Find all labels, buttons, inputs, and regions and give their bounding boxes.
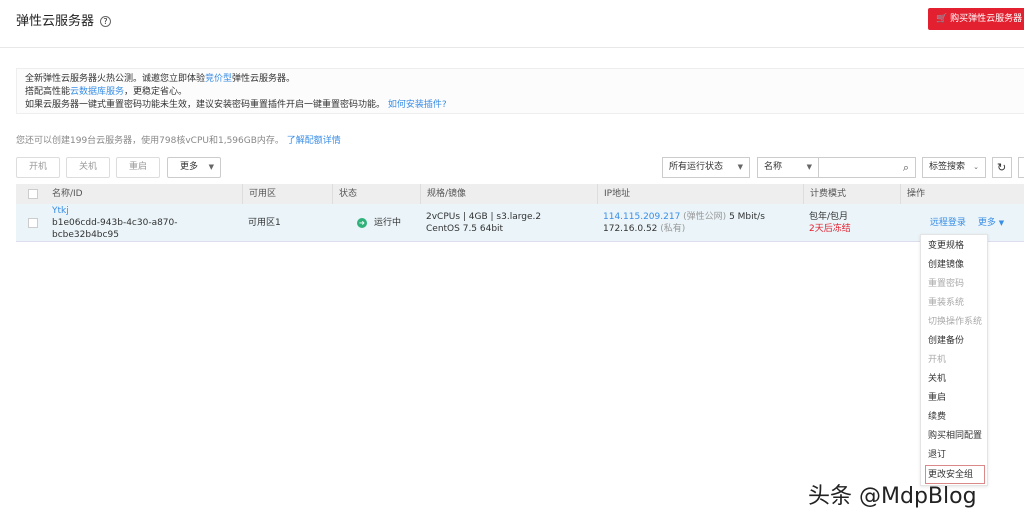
status-filter-select[interactable]: 所有运行状态 ▼ bbox=[662, 157, 750, 178]
search-icon[interactable]: ⌕ bbox=[903, 158, 909, 177]
page-title: 弹性云服务器? bbox=[16, 10, 112, 29]
running-status-icon: ➜ bbox=[356, 217, 367, 228]
table-row: Ytkj b1e06cdd-943b-4c30-a870-bcbe32b4bc95… bbox=[16, 204, 1024, 242]
install-plugin-link[interactable]: 如何安装插件? bbox=[388, 100, 447, 110]
server-id: b1e06cdd-943b-4c30-a870-bcbe32b4bc95 bbox=[52, 217, 178, 240]
watermark: 头条 @MdpBlog bbox=[808, 484, 977, 509]
caret-down-icon: ▼ bbox=[998, 218, 1005, 227]
stop-button[interactable]: 关机 bbox=[66, 157, 110, 178]
more-actions-menu: 变更规格 创建镜像重置密码重装系统切换操作系统创建备份开机关机 重启 续费 购买相同配置… bbox=[920, 234, 988, 486]
search-field-select[interactable]: 名称 ▼ bbox=[757, 157, 819, 178]
menu-item[interactable]: 退订 bbox=[921, 446, 987, 465]
notice-box: 全新弹性云服务器火热公测。诚邀您立即体验竞价型弹性云服务器。 搭配高性能云数据库… bbox=[16, 68, 1024, 114]
table-header: 名称/ID 可用区 状态 规格/镜像 IP地址 计费模式 操作 bbox=[16, 184, 1024, 204]
header-spec: 规格/镜像 bbox=[420, 184, 597, 204]
tag-search-button[interactable]: 标签搜索 ⌄ bbox=[922, 157, 986, 178]
spot-instance-link[interactable]: 竞价型 bbox=[205, 74, 232, 84]
start-button[interactable]: 开机 bbox=[16, 157, 60, 178]
menu-item: 切换操作系统 bbox=[928, 317, 983, 327]
quota-details-link[interactable]: 了解配额详情 bbox=[287, 136, 341, 146]
server-name-link[interactable]: Ytkj bbox=[52, 205, 242, 217]
row-more-dropdown[interactable]: 更多 ▼ bbox=[978, 217, 1004, 229]
help-icon[interactable]: ? bbox=[100, 16, 112, 27]
menu-item[interactable]: 续费 bbox=[921, 408, 987, 427]
menu-item[interactable]: 创建备份 bbox=[921, 332, 987, 351]
menu-item[interactable]: 关机 bbox=[921, 370, 987, 389]
menu-item[interactable]: 重启 bbox=[921, 389, 987, 408]
caret-down-icon: ▼ bbox=[806, 163, 812, 171]
public-ip-link[interactable]: 114.115.209.217 bbox=[603, 212, 680, 222]
select-all-checkbox[interactable] bbox=[28, 189, 38, 199]
menu-item: 开机 bbox=[928, 355, 947, 365]
rds-link[interactable]: 云数据库服务 bbox=[70, 87, 124, 97]
restart-button[interactable]: 重启 bbox=[116, 157, 160, 178]
more-actions-dropdown[interactable]: 更多 ▼ bbox=[167, 157, 221, 178]
caret-down-icon: ▼ bbox=[208, 163, 214, 171]
quota-info: 您还可以创建199台云服务器，使用798核vCPU和1,596GB内存。 了解配… bbox=[16, 136, 341, 146]
header-zone: 可用区 bbox=[242, 184, 332, 204]
settings-button[interactable] bbox=[1018, 157, 1024, 178]
menu-item[interactable]: 变更规格 bbox=[921, 237, 987, 256]
row-checkbox[interactable] bbox=[28, 217, 38, 228]
search-input[interactable]: ⌕ bbox=[818, 157, 916, 178]
menu-item[interactable]: 创建镜像 bbox=[921, 256, 987, 275]
caret-down-icon: ▼ bbox=[737, 163, 743, 171]
menu-item: 重装系统 bbox=[928, 298, 965, 308]
header-status: 状态 bbox=[332, 184, 420, 204]
menu-item: 重置密码 bbox=[928, 279, 965, 289]
header-billing: 计费模式 bbox=[803, 184, 900, 204]
header-actions: 操作 bbox=[900, 184, 1024, 204]
header-name[interactable]: 名称/ID bbox=[46, 184, 242, 204]
refresh-button[interactable]: ↻ bbox=[992, 157, 1012, 178]
buy-server-button[interactable]: 🛒 购买弹性云服务器 bbox=[928, 8, 1024, 30]
cart-icon: 🛒 bbox=[936, 14, 951, 24]
refresh-icon: ↻ bbox=[997, 161, 1007, 174]
header-ip: IP地址 bbox=[597, 184, 803, 204]
chevron-down-icon: ⌄ bbox=[973, 163, 979, 171]
zone: 可用区1 bbox=[248, 217, 281, 228]
status-text: 运行中 bbox=[373, 217, 401, 228]
page-header: 弹性云服务器? 🛒 购买弹性云服务器 bbox=[0, 0, 1024, 48]
menu-item[interactable]: 购买相同配置 bbox=[921, 427, 987, 446]
remote-login-link[interactable]: 远程登录 bbox=[930, 217, 966, 229]
